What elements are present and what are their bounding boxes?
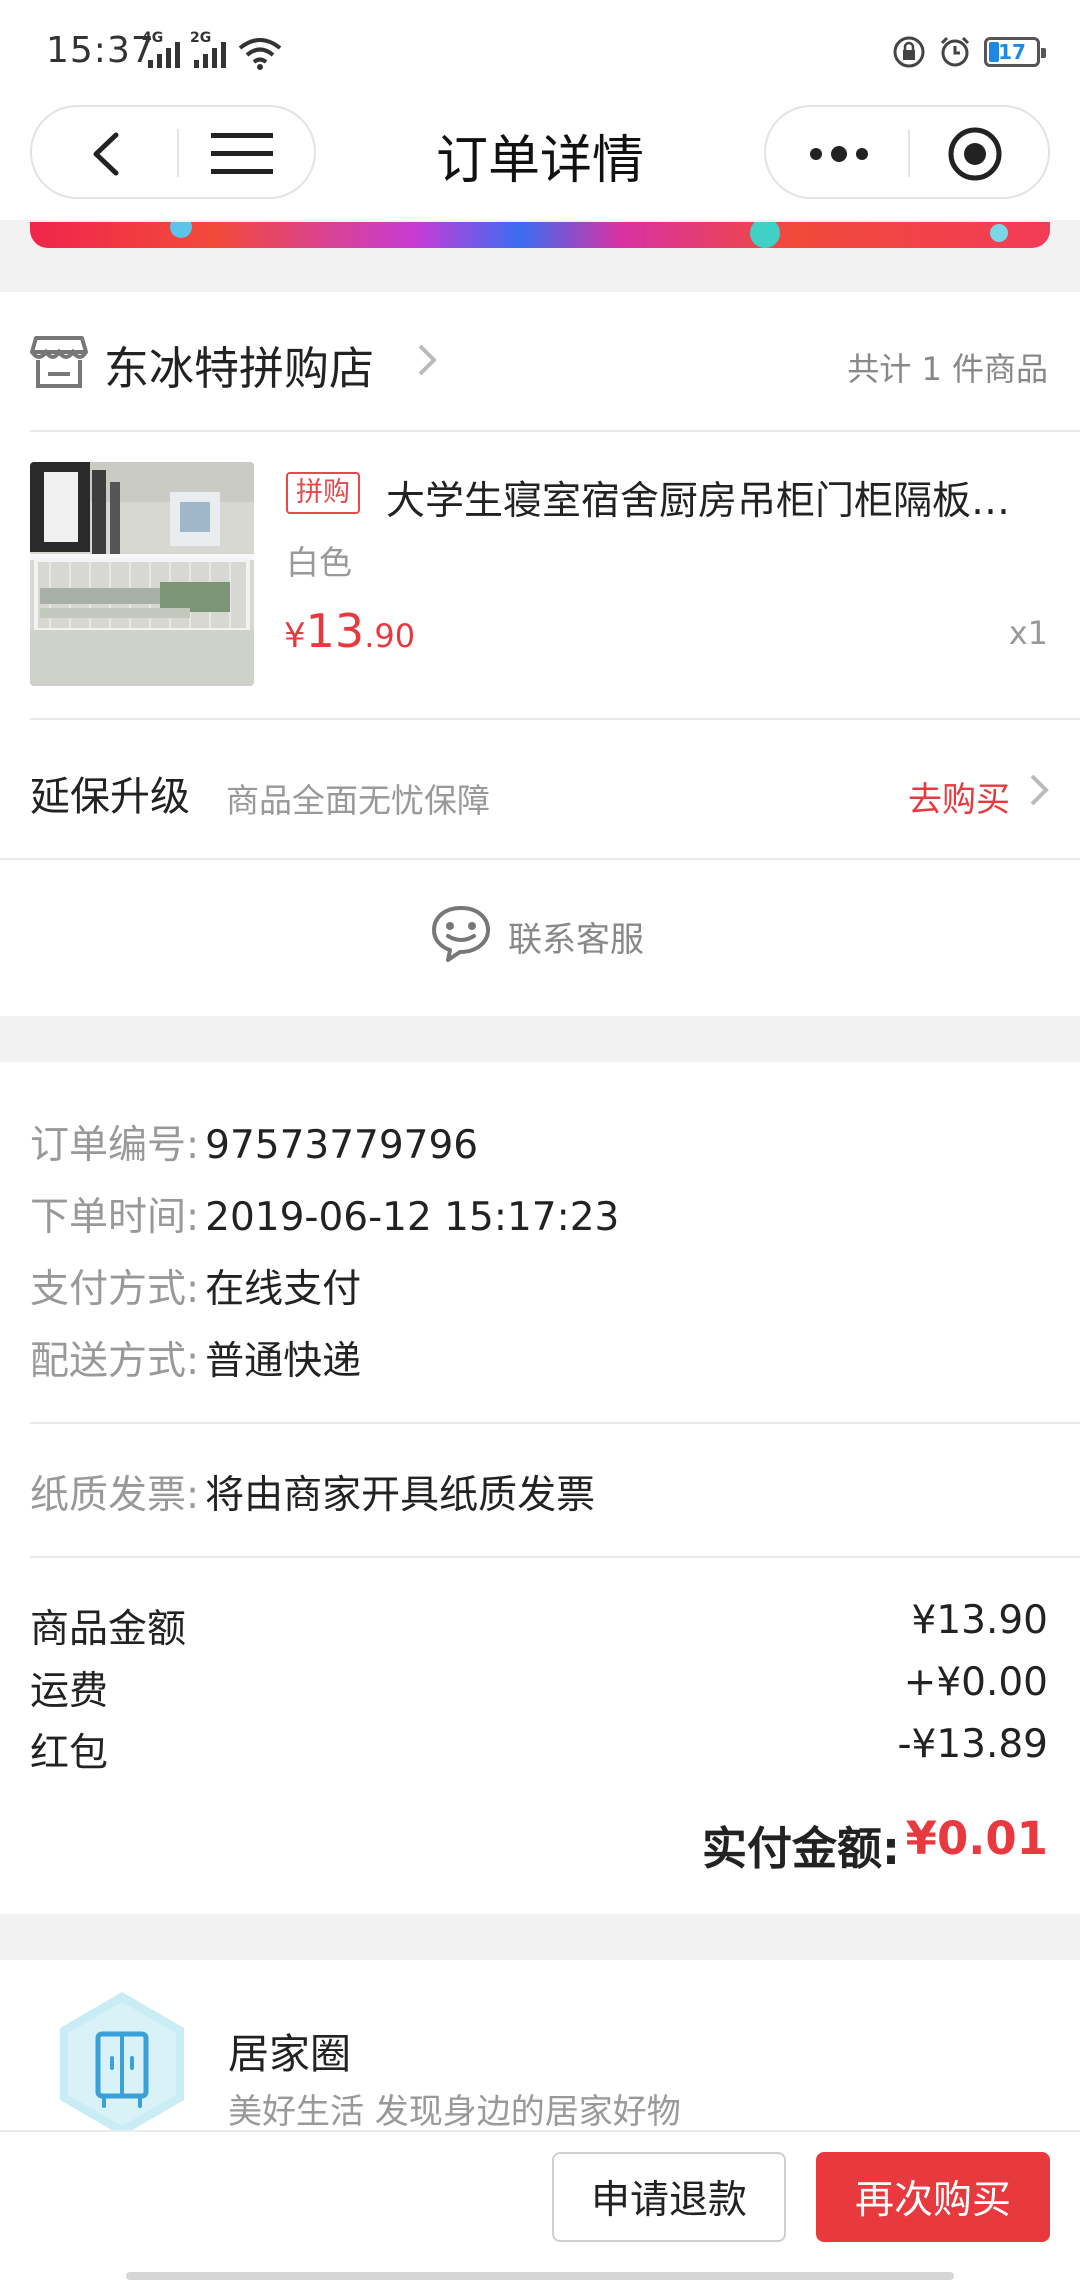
delivery-row: 配送方式: 普通快递 xyxy=(30,1330,361,1386)
promo-banner[interactable] xyxy=(30,222,1050,248)
divider xyxy=(30,1556,1080,1558)
product-thumbnail xyxy=(30,462,254,686)
shipping-label: 运费 xyxy=(30,1669,109,1714)
banner-decoration xyxy=(990,224,1008,242)
page-title: 订单详情 xyxy=(435,131,644,191)
order-number-row: 订单编号: 97573779796 xyxy=(30,1114,478,1170)
home-indicator[interactable] xyxy=(126,2272,954,2280)
product-quantity: x1 xyxy=(1008,614,1048,652)
price-integer: 13 xyxy=(305,604,365,658)
chevron-right-icon[interactable] xyxy=(1026,772,1052,808)
order-time-row: 下单时间: 2019-06-12 15:17:23 xyxy=(30,1186,619,1242)
paid-amount-value: ¥0.01 xyxy=(905,1812,1048,1865)
bottom-action-bar: 申请退款 再次购买 xyxy=(0,2130,1080,2280)
more-dots-icon[interactable] xyxy=(802,129,876,179)
battery-level: 17 xyxy=(998,40,1026,64)
wifi-icon xyxy=(238,38,282,70)
contact-service-button[interactable]: 联系客服 xyxy=(0,904,1080,1004)
group-buy-badge: 拼购 xyxy=(286,472,360,514)
wardrobe-icon xyxy=(60,1992,184,2136)
paid-amount-label: 实付金额: xyxy=(702,1822,900,1875)
chat-bubble-icon xyxy=(432,906,490,962)
red-packet-label: 红包 xyxy=(30,1731,109,1776)
invoice-row: 纸质发票: 将由商家开具纸质发票 xyxy=(30,1464,595,1520)
delivery-label: 配送方式: xyxy=(30,1339,200,1384)
warranty-title: 延保升级 xyxy=(30,774,190,820)
divider xyxy=(30,718,1080,720)
warranty-buy-link[interactable]: 去购买 xyxy=(908,772,1010,821)
rebuy-button[interactable]: 再次购买 xyxy=(816,2152,1050,2242)
payment-row: 支付方式: 在线支付 xyxy=(30,1258,361,1314)
divider xyxy=(30,1422,1080,1424)
hamburger-menu-icon[interactable] xyxy=(207,129,277,179)
store-icon xyxy=(30,336,88,388)
order-time: 2019-06-12 15:17:23 xyxy=(205,1195,620,1240)
product-variant: 白色 xyxy=(286,543,352,582)
order-number-label: 订单编号: xyxy=(30,1123,200,1168)
banner-decoration xyxy=(750,222,780,248)
status-time: 15:37 xyxy=(46,30,155,71)
circle-title: 居家圈 xyxy=(228,2030,351,2078)
store-card: 东冰特拼购店 共计 1 件商品 拼购 大学生寝室宿舍厨房吊柜门柜隔板… 白色 ¥… xyxy=(0,292,1080,1016)
nav-divider xyxy=(908,129,910,177)
header: 15:37 4G 2G 17 订单详情 xyxy=(0,0,1080,220)
order-info-card: 订单编号: 97573779796 下单时间: 2019-06-12 15:17:2… xyxy=(0,1062,1080,1914)
payment-method: 在线支付 xyxy=(205,1267,362,1312)
nav-capsule-right xyxy=(764,105,1050,199)
chevron-right-icon[interactable] xyxy=(412,342,442,378)
nav-divider xyxy=(177,129,179,177)
product-price: ¥13.90 xyxy=(284,604,415,658)
target-circle-icon[interactable] xyxy=(946,125,1004,183)
alarm-icon xyxy=(940,36,970,67)
signal-icon-2 xyxy=(194,42,226,68)
goods-amount-value: ¥13.90 xyxy=(911,1598,1048,1643)
item-count: 共计 1 件商品 xyxy=(847,350,1048,388)
status-right: 17 xyxy=(892,32,1046,72)
red-packet-value: -¥13.89 xyxy=(897,1722,1048,1767)
divider xyxy=(0,858,1080,860)
divider xyxy=(30,430,1080,432)
product-title[interactable]: 大学生寝室宿舍厨房吊柜门柜隔板… xyxy=(386,470,1050,526)
rotation-lock-icon xyxy=(893,36,925,68)
banner-decoration xyxy=(170,222,192,238)
battery-icon: 17 xyxy=(984,37,1046,67)
circle-description: 美好生活 发现身边的居家好物 xyxy=(228,2092,681,2132)
status-bar: 15:37 4G 2G 17 xyxy=(0,0,1080,100)
invoice-info: 将由商家开具纸质发票 xyxy=(205,1473,596,1518)
payment-label: 支付方式: xyxy=(30,1267,200,1312)
shipping-value: +¥0.00 xyxy=(903,1660,1048,1705)
goods-amount-label: 商品金额 xyxy=(30,1607,187,1652)
price-decimal: .90 xyxy=(364,617,416,655)
warranty-description: 商品全面无忧保障 xyxy=(226,781,490,820)
price-symbol: ¥ xyxy=(284,616,306,656)
invoice-label: 纸质发票: xyxy=(30,1473,200,1518)
order-time-label: 下单时间: xyxy=(30,1195,200,1240)
delivery-method: 普通快递 xyxy=(205,1339,362,1384)
contact-service-label: 联系客服 xyxy=(508,920,644,960)
signal-icon xyxy=(148,42,180,68)
back-arrow-icon[interactable] xyxy=(80,127,134,181)
product-image[interactable] xyxy=(30,462,254,686)
refund-button[interactable]: 申请退款 xyxy=(552,2152,786,2242)
store-name[interactable]: 东冰特拼购店 xyxy=(104,332,374,397)
nav-capsule-left xyxy=(30,105,316,199)
order-number[interactable]: 97573779796 xyxy=(205,1123,478,1168)
